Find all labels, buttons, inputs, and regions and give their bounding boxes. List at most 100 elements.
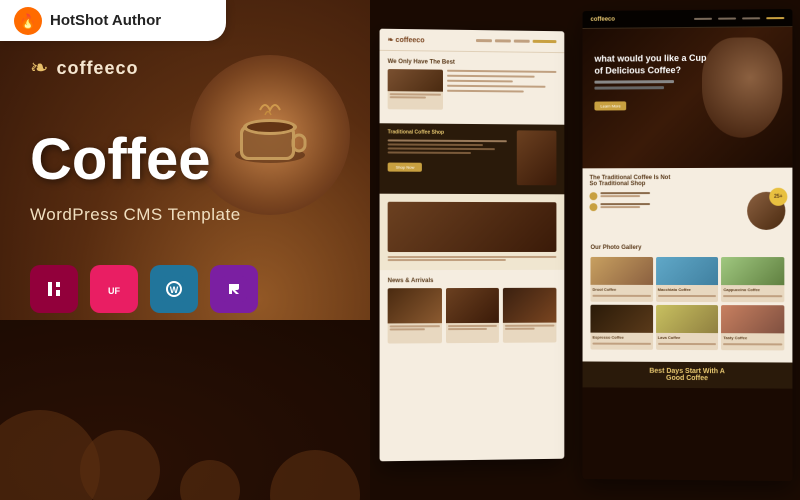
news-img-1: [388, 288, 442, 323]
rmockup-nav-cta: [766, 17, 784, 19]
gallery-subtext-6: [723, 343, 782, 345]
mockup-mid-image: [388, 202, 557, 252]
mockup-news-cards: [388, 288, 557, 344]
gallery-img-4: [590, 305, 652, 333]
elementor-icon: [41, 276, 67, 302]
gallery-item-4: Espresso Coffee: [590, 305, 652, 350]
gallery-img-2: [656, 257, 719, 285]
tagline-line2: Good Coffee: [590, 374, 784, 382]
feature-dot-2: [589, 203, 597, 211]
svg-text:W: W: [170, 285, 179, 295]
feature-line: [600, 195, 640, 197]
rmockup-feature-row: [589, 192, 685, 200]
rmockup-hero-btn: Learn More: [594, 102, 626, 111]
feature-line: [600, 206, 640, 208]
header-title: HotShot Author: [50, 12, 161, 29]
right-panel: ❧ coffeeco We Only Have The Best: [370, 0, 800, 500]
gallery-item-6: Tasty Coffee: [721, 305, 784, 350]
nav-dots: [476, 39, 556, 43]
wordpress-icon: W: [161, 276, 187, 302]
news-img-3: [503, 288, 556, 323]
gallery-img-3: [721, 257, 784, 285]
mockup-dark-image: [517, 130, 557, 185]
feature-dot: [589, 192, 597, 200]
nav-dot: [476, 39, 492, 42]
mockup-news-card-1: [388, 288, 442, 343]
mockup-section-1: We Only Have The Best: [380, 51, 565, 125]
main-title: Coffee: [30, 131, 258, 189]
mockup-card: [388, 69, 443, 110]
rmockup-nav-item: [694, 17, 712, 19]
left-mockup-page: ❧ coffeeco We Only Have The Best: [380, 29, 565, 462]
feature-line: [600, 203, 650, 205]
left-panel: ❧ coffeeco Coffee WordPress CMS Template…: [0, 0, 370, 500]
gallery-label-1: Drool Coffee: [590, 285, 652, 294]
mockup-news-section: News & Arrivals: [380, 270, 565, 352]
rmockup-gallery-grid: Drool Coffee Macchiato Coffee Cappuccino…: [590, 257, 784, 350]
gallery-img-6: [721, 305, 784, 333]
rmockup-gallery-section: Our Photo Gallery Drool Coffee Macchiato…: [583, 237, 793, 363]
gallery-label-4: Espresso Coffee: [590, 333, 652, 342]
brand-leaf-icon: ❧: [30, 55, 48, 81]
rmockup-traditional-section: The Traditional Coffee Is NotSo Traditio…: [583, 168, 793, 237]
nav-cta: [533, 40, 557, 43]
rmockup-hero-cup: [702, 37, 782, 138]
elementor-badge: [30, 265, 78, 313]
rmockup-hero: what would you like a Cupof Delicious Co…: [583, 27, 793, 168]
rmockup-gallery-title: Our Photo Gallery: [590, 245, 784, 251]
gallery-subtext-3: [723, 295, 782, 297]
hotshot-logo-icon: 🔥: [14, 7, 42, 35]
template-subtitle: WordPress CMS Template: [30, 205, 258, 225]
gallery-label-3: Cappuccino Coffee: [721, 285, 784, 294]
rmockup-trad-right: 25+: [689, 192, 785, 230]
rmockup-trad-left: [589, 192, 685, 211]
news-img-2: [446, 288, 500, 323]
svg-text:UF: UF: [108, 286, 120, 296]
gallery-subtext-5: [658, 343, 717, 345]
mockup-text-lines: [388, 139, 507, 154]
revolution-icon: [221, 276, 247, 302]
rmockup-nav-items: [694, 17, 784, 20]
mockup-news-card-3: [503, 288, 556, 343]
rmockup-feature-row-2: [589, 203, 685, 211]
right-mockup-page: coffeeco what would you like a Cupof Del…: [583, 9, 793, 481]
gallery-item-1: Drool Coffee: [590, 257, 652, 302]
nav-dot: [495, 39, 511, 42]
plugin-icons-row: UF W: [30, 265, 258, 313]
gallery-item-3: Cappuccino Coffee: [721, 257, 784, 302]
rmockup-trad-title: The Traditional Coffee Is NotSo Traditio…: [589, 175, 785, 188]
rmockup-hero-line2: [594, 87, 664, 90]
header-bar: 🔥 HotShot Author: [0, 0, 226, 41]
rmockup-nav-item: [742, 17, 760, 19]
mockup-s1-title: We Only Have The Best: [388, 59, 557, 67]
understrap-badge: UF: [90, 265, 138, 313]
mockup-nav: ❧ coffeeco: [380, 29, 565, 53]
svg-text:🔥: 🔥: [19, 13, 36, 30]
rmockup-nav-item: [718, 17, 736, 19]
rmockup-hero-text: what would you like a Cupof Delicious Co…: [594, 53, 706, 113]
revolution-badge: [210, 265, 258, 313]
brand-logo: ❧ coffeeco: [30, 55, 258, 81]
rmockup-hero-line: [594, 80, 674, 84]
mockup-dark-btn: Shop Now: [388, 163, 423, 172]
rmockup-nav: coffeeco: [583, 9, 793, 29]
mockup-nav-logo: ❧ coffeeco: [388, 35, 425, 44]
rmockup-bottom-tagline: Best Days Start With A Good Coffee: [583, 361, 793, 388]
wordpress-badge: W: [150, 265, 198, 313]
rmockup-nav-logo: coffeeco: [590, 16, 614, 22]
left-panel-content: ❧ coffeeco Coffee WordPress CMS Template…: [30, 55, 258, 313]
gallery-label-6: Tasty Coffee: [721, 333, 784, 342]
gallery-img-1: [590, 257, 652, 285]
mockup-mid-section: [380, 194, 565, 270]
mockup-dark-section: Traditional Coffee Shop Shop Now: [380, 123, 565, 194]
coffee-beans-decoration: [0, 320, 370, 500]
mockup-content-area: [447, 70, 556, 111]
gallery-label-5: Lava Coffee: [656, 333, 719, 342]
gallery-subtext-2: [658, 295, 717, 297]
mockup-news-title: News & Arrivals: [388, 278, 557, 284]
brand-name: coffeeco: [56, 58, 138, 79]
gallery-item-5: Lava Coffee: [656, 305, 719, 350]
gallery-label-2: Macchiato Coffee: [656, 285, 719, 294]
rmockup-badge-25: 25+: [769, 188, 787, 206]
rmockup-trad-content: 25+: [589, 192, 785, 230]
